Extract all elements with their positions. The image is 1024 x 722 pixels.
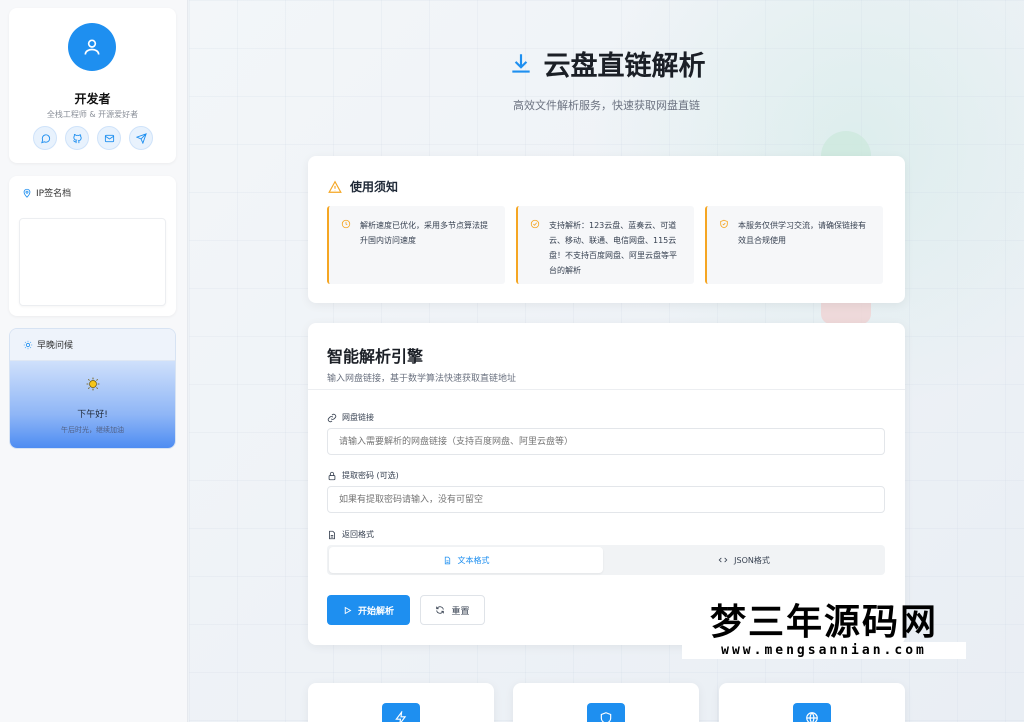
shield-icon: [600, 712, 612, 722]
format-label-text: 返回格式: [342, 530, 374, 539]
notice-card: 使用须知 解析速度已优化，采用多节点算法提升国内访问速度 支持解析：123云盘、…: [308, 156, 905, 303]
link-label-text: 网盘链接: [342, 413, 374, 422]
social-links: [33, 126, 153, 150]
chat-icon: [40, 133, 50, 143]
refresh-icon: [436, 606, 445, 614]
notice-item: 解析速度已优化，采用多节点算法提升国内访问速度: [327, 206, 505, 284]
clock-icon: [341, 219, 351, 229]
file-icon: [329, 530, 335, 539]
watermark: 梦三年源码网 www.mengsannian.com: [682, 602, 966, 659]
check-circle-icon: [530, 219, 540, 229]
send-icon: [135, 132, 147, 144]
format-option-text[interactable]: 文本格式: [329, 547, 603, 573]
link-input[interactable]: [327, 428, 885, 455]
notice-item-text: 支持解析：123云盘、蓝奏云、可道云、移动、联通、电信网盘、115云盘！不支持百…: [549, 221, 677, 275]
format-option-json[interactable]: JSON格式: [607, 547, 881, 573]
ip-card-title: IP签名档: [36, 189, 72, 199]
reset-label: 重置: [451, 606, 470, 617]
hero: 云盘直链解析 高效文件解析服务，快速获取网盘直链: [189, 44, 1024, 113]
watermark-main: 梦三年源码网: [709, 601, 938, 643]
chat-button[interactable]: [33, 126, 57, 150]
download-icon: [511, 53, 530, 73]
feature-icon-box: [587, 703, 625, 722]
feature-card: [513, 683, 699, 722]
link-icon: [327, 413, 337, 422]
link-label: 网盘链接: [327, 412, 374, 423]
globe-icon: [806, 712, 818, 722]
profile-card: 开发者 全栈工程师 & 开源爱好者: [9, 8, 176, 163]
github-icon: [72, 133, 82, 143]
format-option-json-label: JSON格式: [734, 555, 770, 565]
page-subtitle: 高效文件解析服务，快速获取网盘直链: [513, 99, 700, 112]
greeting-card: 早晚问候 下午好! 午后时光，继续加油: [9, 328, 176, 449]
notice-item: 本服务仅供学习交流，请确保链接有效且合规使用: [705, 206, 883, 284]
warning-icon: [328, 180, 342, 193]
feature-card: [719, 683, 905, 722]
password-input[interactable]: [327, 486, 885, 513]
ip-card-header: IP签名档: [22, 186, 71, 199]
reset-button[interactable]: 重置: [420, 595, 485, 625]
ip-signature-image: [19, 218, 166, 306]
start-parse-button[interactable]: 开始解析: [327, 595, 410, 625]
watermark-url: www.mengsannian.com: [682, 642, 966, 659]
feature-card: [308, 683, 494, 722]
parse-engine-card: 智能解析引擎 输入网盘链接，基于数学算法快速获取直链地址 网盘链接 提取密码 (…: [308, 323, 905, 645]
mail-icon: [104, 134, 114, 142]
greeting-sub: 午后时光，继续加油: [61, 426, 124, 434]
profile-subtitle: 全栈工程师 & 开源爱好者: [46, 110, 139, 119]
ip-signature-card: IP签名档: [9, 176, 176, 316]
notice-item-text: 解析速度已优化，采用多节点算法提升国内访问速度: [360, 221, 488, 245]
engine-subtitle: 输入网盘链接，基于数学算法快速获取直链地址: [327, 374, 517, 384]
password-label: 提取密码 (可选): [327, 470, 399, 481]
code-icon: [718, 557, 728, 563]
lightning-icon: [395, 711, 407, 722]
greeting-message: 下午好!: [77, 410, 108, 420]
sun-icon: [86, 377, 100, 391]
password-label-text: 提取密码 (可选): [342, 471, 399, 480]
github-button[interactable]: [65, 126, 89, 150]
greeting-title: 早晚问候: [37, 341, 74, 351]
profile-name: 开发者: [74, 92, 111, 106]
send-button[interactable]: [129, 126, 153, 150]
format-label: 返回格式: [327, 529, 374, 540]
greeting-header: 早晚问候: [10, 329, 175, 361]
format-option-text-label: 文本格式: [457, 555, 490, 565]
page-title-text: 云盘直链解析: [543, 51, 706, 82]
sun-outline-icon: [23, 340, 33, 349]
file-text-icon: [444, 556, 450, 564]
play-icon: [344, 606, 352, 614]
lock-icon: [328, 471, 336, 480]
feature-icon-box: [382, 703, 420, 722]
format-toggle: 文本格式 JSON格式: [327, 545, 885, 575]
notice-item: 支持解析：123云盘、蓝奏云、可道云、移动、联通、电信网盘、115云盘！不支持百…: [516, 206, 694, 284]
sidebar: 开发者 全栈工程师 & 开源爱好者 IP签名档 早晚问候 下午好! 午后时光，继…: [0, 0, 188, 722]
feature-icon-box: [793, 703, 831, 722]
user-icon: [84, 39, 100, 55]
map-pin-icon: [23, 188, 31, 198]
start-parse-label: 开始解析: [357, 606, 394, 617]
avatar[interactable]: [68, 23, 116, 71]
engine-header: 智能解析引擎 输入网盘链接，基于数学算法快速获取直链地址: [308, 323, 905, 390]
greeting-body: 下午好! 午后时光，继续加油: [10, 361, 175, 448]
notice-header: 使用须知: [328, 178, 398, 195]
page-title: 云盘直链解析: [508, 44, 706, 83]
mail-button[interactable]: [97, 126, 121, 150]
notice-title: 使用须知: [350, 180, 399, 194]
engine-title: 智能解析引擎: [327, 347, 424, 366]
shield-check-icon: [720, 219, 728, 229]
notice-item-text: 本服务仅供学习交流，请确保链接有效且合规使用: [738, 221, 866, 245]
